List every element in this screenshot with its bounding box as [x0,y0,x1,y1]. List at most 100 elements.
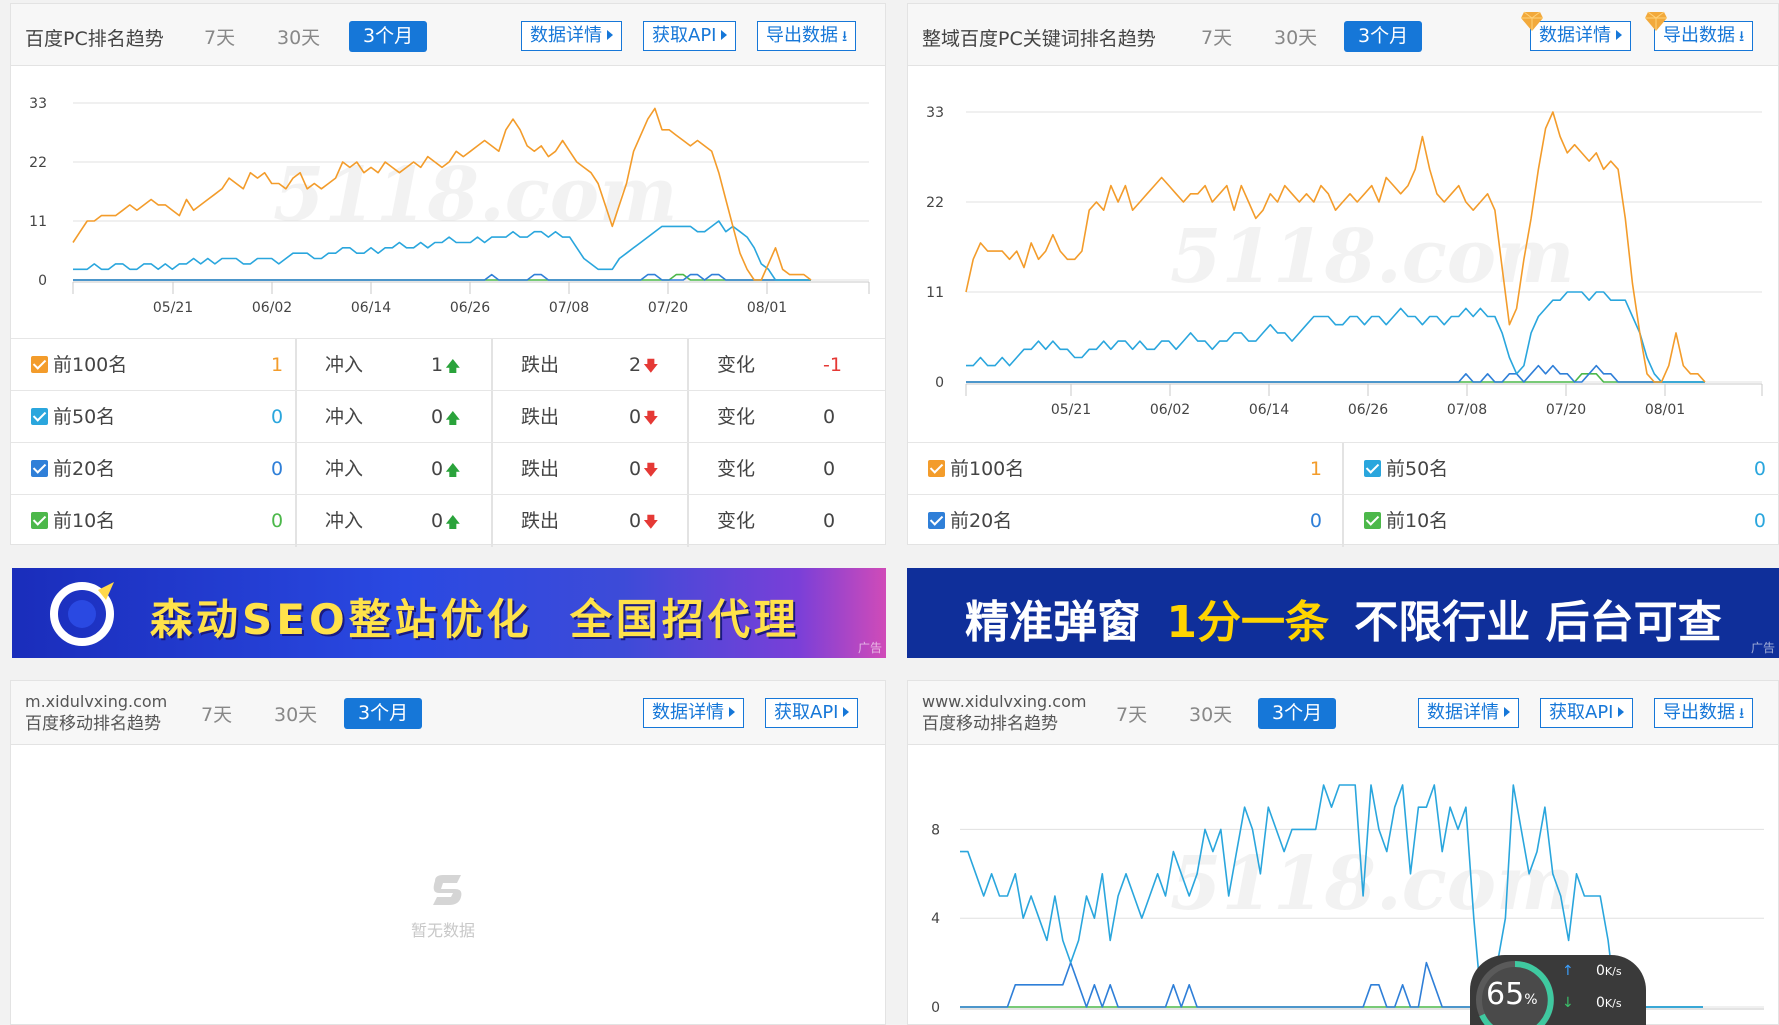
legend-cell: 前100名 1 [908,442,1344,495]
checkbox-icon[interactable] [31,356,48,373]
tab-30-days[interactable]: 30天 [1274,24,1317,52]
rank-label: 前20名 [950,510,1013,532]
rank-checkbox-label[interactable]: 前20名 [928,495,1012,547]
change-label: 变化 [717,458,756,480]
rush-in-value: 1 🡅 [431,339,461,391]
download-icon: ⭳ [1739,27,1745,45]
upload-arrow-icon: ↑ [1562,963,1574,979]
usage-percent: 65% [1486,977,1538,1012]
vip-diamond-icon [1521,11,1543,31]
usage-percent-sign: % [1524,992,1538,1008]
panel-header: 整域百度PC关键词排名趋势 7天 30天 3个月 数据详情 导出数据 ⭳ [908,4,1778,66]
download-unit: K/s [1604,997,1622,1010]
arrow-down-icon: 🡇 [643,513,659,531]
change-value: -1 [823,354,842,376]
y-tick-label: 0 [931,1000,940,1016]
column-divider [295,391,297,443]
export-data-button[interactable]: 导出数据 ⭳ [1654,21,1754,51]
stat-row: 前100名 1 冲入 1 🡅 跌出 2 🡇 变化 -1 [11,338,885,391]
rush-in-number: 0 [431,406,444,428]
column-divider [491,339,493,391]
column-divider [491,443,493,495]
tab-30-days[interactable]: 30天 [277,24,320,52]
panel-title: www.xidulvxing.com 百度移动排名趋势 [922,691,1086,735]
tab-3-months[interactable]: 3个月 [1344,21,1423,52]
download-speed: ↓ 0K/s [1562,995,1622,1011]
change-label: 变化 [717,354,756,376]
get-api-button[interactable]: 获取API [765,698,859,728]
y-tick-label: 4 [931,911,940,927]
senddong-logo-icon [50,582,114,646]
stat-row: 前50名 0 冲入 0 🡅 跌出 0 🡇 变化 0 [11,390,885,443]
data-detail-button[interactable]: 数据详情 [643,698,744,728]
rank-checkbox-label[interactable]: 前10名 [31,495,115,547]
rank-checkbox-label[interactable]: 前10名 [1364,495,1448,547]
rank-checkbox-label[interactable]: 前100名 [928,443,1024,495]
panel-mobile-trend-m: m.xidulvxing.com 百度移动排名趋势 7天 30天 3个月 数据详情… [10,680,886,1025]
banner-text-part-a: 精准弹窗 [965,597,1141,648]
legend-cell: 前20名 0 [908,494,1344,547]
rush-in-number: 1 [431,354,444,376]
panel-title: m.xidulvxing.com 百度移动排名趋势 [25,691,167,735]
tab-7-days[interactable]: 7天 [201,701,232,729]
tab-7-days[interactable]: 7天 [204,24,235,52]
export-data-button[interactable]: 导出数据 ⭳ [1654,698,1754,728]
series-line [965,111,1706,383]
network-speed-widget[interactable]: 65% ↑ 0K/s ↓ 0K/s [1470,955,1646,1025]
data-detail-button[interactable]: 数据详情 [1418,698,1519,728]
caret-right-icon [1618,707,1625,717]
data-detail-button[interactable]: 数据详情 [521,21,622,51]
column-divider [491,391,493,443]
checkbox-icon[interactable] [1364,512,1381,529]
data-detail-label: 数据详情 [530,25,602,46]
tab-30-days[interactable]: 30天 [1189,701,1232,729]
tab-7-days[interactable]: 7天 [1201,24,1232,52]
export-data-label: 导出数据 [1663,25,1735,46]
checkbox-icon[interactable] [1364,460,1381,477]
drop-out-label: 跌出 [521,406,560,428]
data-detail-button[interactable]: 数据详情 [1530,21,1631,51]
ad-banner-seo[interactable]: 森动SEO整站优化 全国招代理 广告 [12,568,886,658]
x-tick-label: 05/21 [1051,402,1091,418]
rank-checkbox-label[interactable]: 前50名 [31,391,115,443]
rank-checkbox-label[interactable]: 前100名 [31,339,127,391]
tab-3-months[interactable]: 3个月 [349,21,428,52]
rush-in-number: 0 [431,510,444,532]
chart-domain-pc: 0 11 22 33 05/21 06/02 06/14 06/26 07/08 07/20 08/… [926,105,1763,418]
y-tick-label: 22 [926,195,944,211]
rank-checkbox-label[interactable]: 前50名 [1364,443,1448,495]
tab-3-months[interactable]: 3个月 [344,698,423,729]
drop-out-value: 0 🡇 [629,391,659,443]
rank-count: 1 [1309,458,1322,480]
series-line [966,372,1705,383]
rank-count: 0 [271,510,284,532]
column-divider [687,391,689,443]
caret-right-icon [721,30,728,40]
tab-7-days[interactable]: 7天 [1116,701,1147,729]
checkbox-icon[interactable] [31,512,48,529]
rush-in-value: 0 🡅 [431,391,461,443]
checkbox-icon[interactable] [928,512,945,529]
usage-percent-value: 65 [1486,977,1525,1012]
get-api-button[interactable]: 获取API [643,21,737,51]
rank-count: 0 [1753,458,1766,480]
rank-checkbox-label[interactable]: 前20名 [31,443,115,495]
arrow-up-icon: 🡅 [445,409,461,427]
arrow-down-icon: 🡇 [643,461,659,479]
tab-30-days[interactable]: 30天 [274,701,317,729]
ad-banner-popup[interactable]: 精准弹窗 1分一条 不限行业 后台可查 广告 [907,568,1779,658]
tab-3-months[interactable]: 3个月 [1258,698,1337,729]
rank-count: 1 [271,354,284,376]
checkbox-icon[interactable] [928,460,945,477]
x-tick-label: 05/21 [153,300,193,316]
get-api-button[interactable]: 获取API [1540,698,1634,728]
checkbox-icon[interactable] [31,408,48,425]
arrow-down-icon: 🡇 [643,409,659,427]
legend-cell: 前50名 0 [1344,442,1779,494]
panel-mobile-trend-www: www.xidulvxing.com 百度移动排名趋势 7天 30天 3个月 数据… [907,680,1779,1025]
column-divider [295,339,297,391]
get-api-label: 获取API [774,702,839,723]
checkbox-icon[interactable] [31,460,48,477]
export-data-button[interactable]: 导出数据 ⭳ [757,21,857,51]
column-divider [687,495,689,547]
